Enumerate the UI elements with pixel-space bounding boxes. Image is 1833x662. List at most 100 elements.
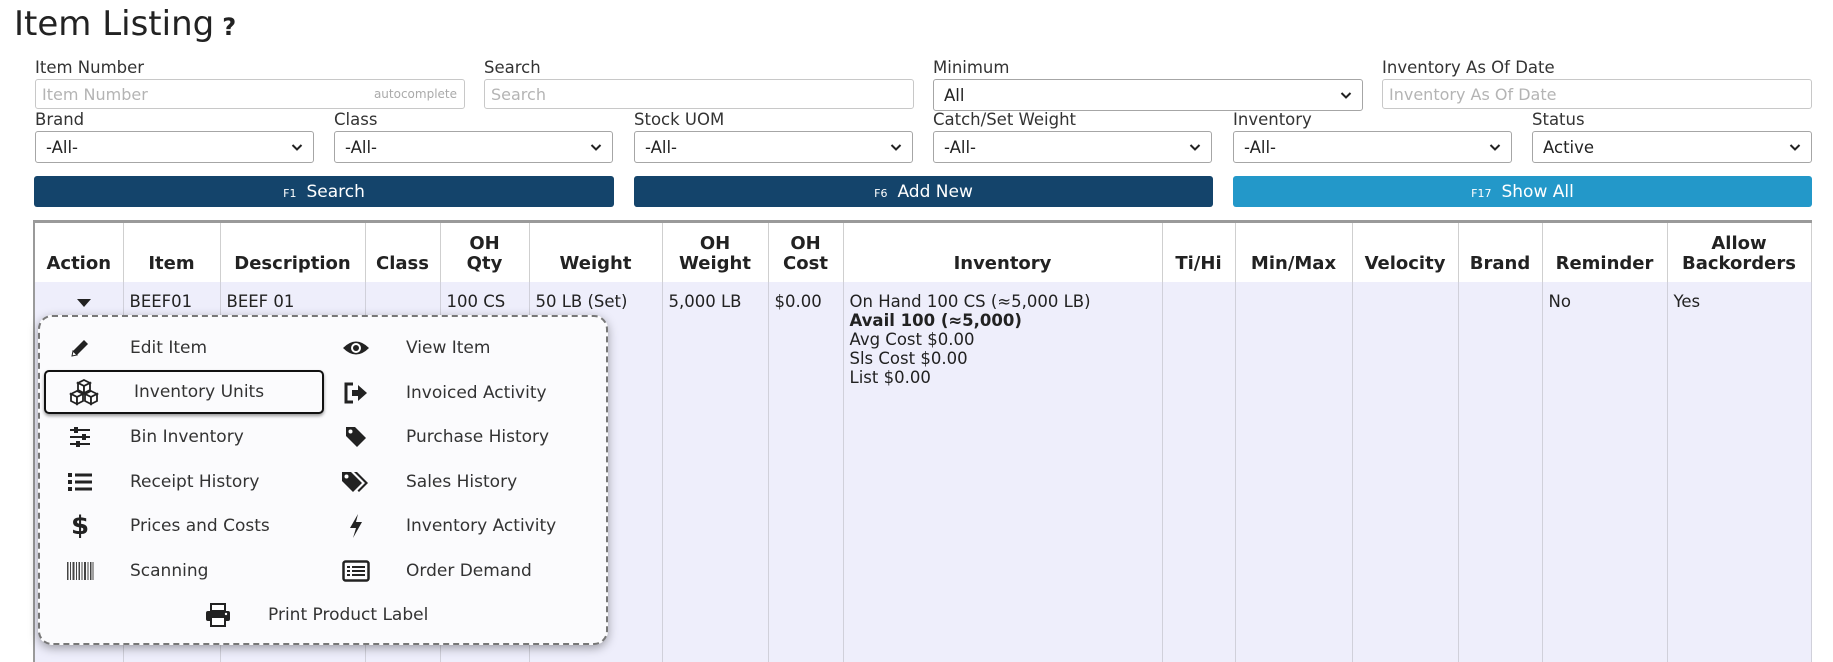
col-description[interactable]: Description: [219, 220, 366, 282]
menu-item-receipt-history[interactable]: Receipt History: [40, 460, 310, 504]
catch-set-weight-select[interactable]: -All-: [933, 131, 1212, 163]
status-label: Status: [1532, 110, 1585, 129]
page-title: Item Listing?: [14, 4, 236, 44]
col-ti-hi[interactable]: Ti/Hi: [1161, 220, 1236, 282]
menu-item-label: Print Product Label: [268, 605, 429, 625]
col-oh-cost[interactable]: OH Cost: [767, 220, 844, 282]
bolt-icon: [338, 512, 374, 540]
inventory-avail: Avail 100 (≈5,000): [849, 310, 1022, 330]
inventory-avg-cost: Avg Cost $0.00: [849, 329, 975, 349]
menu-item-label: Bin Inventory: [130, 427, 244, 447]
col-brand[interactable]: Brand: [1457, 220, 1543, 282]
inventory-on-hand: On Hand 100 CS (≈5,000 LB): [849, 291, 1091, 311]
menu-item-scanning[interactable]: Scanning: [40, 549, 310, 593]
chevron-down-icon: [1340, 92, 1352, 99]
menu-item-inventory-activity[interactable]: Inventory Activity: [316, 504, 586, 548]
tag-icon: [338, 423, 374, 451]
chevron-down-icon: [590, 144, 602, 151]
inventory-as-of-field: Inventory As Of Date: [1382, 57, 1812, 109]
inventory-filter-label: Inventory: [1233, 110, 1312, 129]
inventory-as-of-input[interactable]: [1382, 79, 1812, 109]
status-select[interactable]: Active: [1532, 131, 1812, 163]
add-new-button[interactable]: F6 Add New: [634, 176, 1213, 207]
col-class[interactable]: Class: [364, 220, 441, 282]
menu-item-sales-history[interactable]: Sales History: [316, 460, 586, 504]
menu-item-view-item[interactable]: View Item: [316, 326, 586, 370]
item-number-field: Item Number autocomplete: [35, 57, 465, 109]
col-min-max[interactable]: Min/Max: [1234, 220, 1353, 282]
list-icon: [62, 468, 98, 496]
brand-select[interactable]: -All-: [35, 131, 314, 163]
stock-uom-label: Stock UOM: [634, 110, 725, 129]
catch-set-weight-label: Catch/Set Weight: [933, 110, 1077, 129]
cell-ti-hi: [1161, 281, 1236, 662]
inventory-filter-select[interactable]: -All-: [1233, 131, 1512, 163]
brand-field: Brand -All-: [35, 109, 314, 163]
class-value: -All-: [345, 137, 378, 157]
page-title-text: Item Listing: [14, 4, 215, 44]
col-velocity[interactable]: Velocity: [1351, 220, 1459, 282]
cell-min-max: [1234, 281, 1353, 662]
menu-item-inventory-units[interactable]: Inventory Units: [44, 370, 324, 414]
col-oh-weight-line2: Weight: [679, 252, 751, 274]
inventory-filter-value: -All-: [1244, 137, 1277, 157]
menu-item-invoiced-activity[interactable]: Invoiced Activity: [316, 371, 586, 415]
menu-item-label: Inventory Units: [134, 382, 265, 402]
col-oh-weight-line1: OH: [699, 232, 731, 254]
add-new-button-label: Add New: [897, 181, 973, 202]
class-label: Class: [334, 110, 378, 129]
col-allow-backorders[interactable]: Allow Backorders: [1666, 220, 1812, 282]
chevron-down-icon: [1789, 144, 1801, 151]
show-all-button[interactable]: F17 Show All: [1233, 176, 1812, 207]
col-oh-weight[interactable]: OH Weight: [661, 220, 769, 282]
status-value: Active: [1543, 137, 1595, 157]
search-input[interactable]: [484, 79, 914, 109]
caret-down-icon[interactable]: [77, 298, 91, 307]
col-allow-backorders-line1: Allow: [1711, 232, 1767, 254]
cell-oh-weight: 5,000 LB: [661, 281, 769, 662]
col-oh-qty[interactable]: OH Qty: [439, 220, 530, 282]
item-number-label: Item Number: [35, 58, 145, 77]
menu-item-label: Prices and Costs: [130, 516, 270, 536]
col-item[interactable]: Item: [122, 220, 221, 282]
menu-item-purchase-history[interactable]: Purchase History: [316, 415, 586, 459]
menu-item-order-demand[interactable]: Order Demand: [316, 549, 586, 593]
cell-allow-backorders: Yes: [1666, 281, 1812, 662]
catch-set-weight-field: Catch/Set Weight -All-: [933, 109, 1212, 163]
help-icon[interactable]: ?: [222, 13, 236, 41]
chevron-down-icon: [890, 144, 902, 151]
brand-value: -All-: [46, 137, 79, 157]
stock-uom-value: -All-: [645, 137, 678, 157]
menu-item-label: Inventory Activity: [406, 516, 557, 536]
status-field: Status Active: [1532, 109, 1812, 163]
class-select[interactable]: -All-: [334, 131, 613, 163]
minimum-label: Minimum: [933, 58, 1010, 77]
col-reminder[interactable]: Reminder: [1541, 220, 1668, 282]
inventory-as-of-label: Inventory As Of Date: [1382, 58, 1555, 77]
search-label: Search: [484, 58, 541, 77]
menu-item-label: Scanning: [130, 561, 209, 581]
col-weight[interactable]: Weight: [528, 220, 663, 282]
stock-uom-select[interactable]: -All-: [634, 131, 913, 163]
minimum-select[interactable]: All: [933, 79, 1363, 111]
search-button[interactable]: F1 Search: [34, 176, 614, 207]
tags-icon: [338, 468, 374, 496]
search-button-label: Search: [306, 181, 365, 202]
menu-item-prices-and-costs[interactable]: $ Prices and Costs: [40, 504, 310, 548]
col-inventory[interactable]: Inventory: [842, 220, 1163, 282]
menu-item-edit-item[interactable]: Edit Item: [40, 326, 310, 370]
menu-item-print-product-label[interactable]: Print Product Label: [178, 593, 468, 637]
chevron-down-icon: [1189, 144, 1201, 151]
autocomplete-hint: autocomplete: [373, 87, 457, 101]
search-field: Search: [484, 57, 914, 109]
class-field: Class -All-: [334, 109, 613, 163]
show-all-button-label: Show All: [1501, 181, 1574, 202]
cell-inventory: On Hand 100 CS (≈5,000 LB) Avail 100 (≈5…: [842, 281, 1163, 662]
col-oh-qty-line1: OH: [469, 232, 500, 254]
menu-item-label: Order Demand: [406, 561, 532, 581]
minimum-field: Minimum All: [933, 57, 1363, 111]
inventory-sls-cost: Sls Cost $0.00: [849, 348, 968, 368]
menu-item-label: Invoiced Activity: [406, 383, 547, 403]
col-action[interactable]: Action: [33, 220, 124, 282]
menu-item-bin-inventory[interactable]: Bin Inventory: [40, 415, 310, 459]
